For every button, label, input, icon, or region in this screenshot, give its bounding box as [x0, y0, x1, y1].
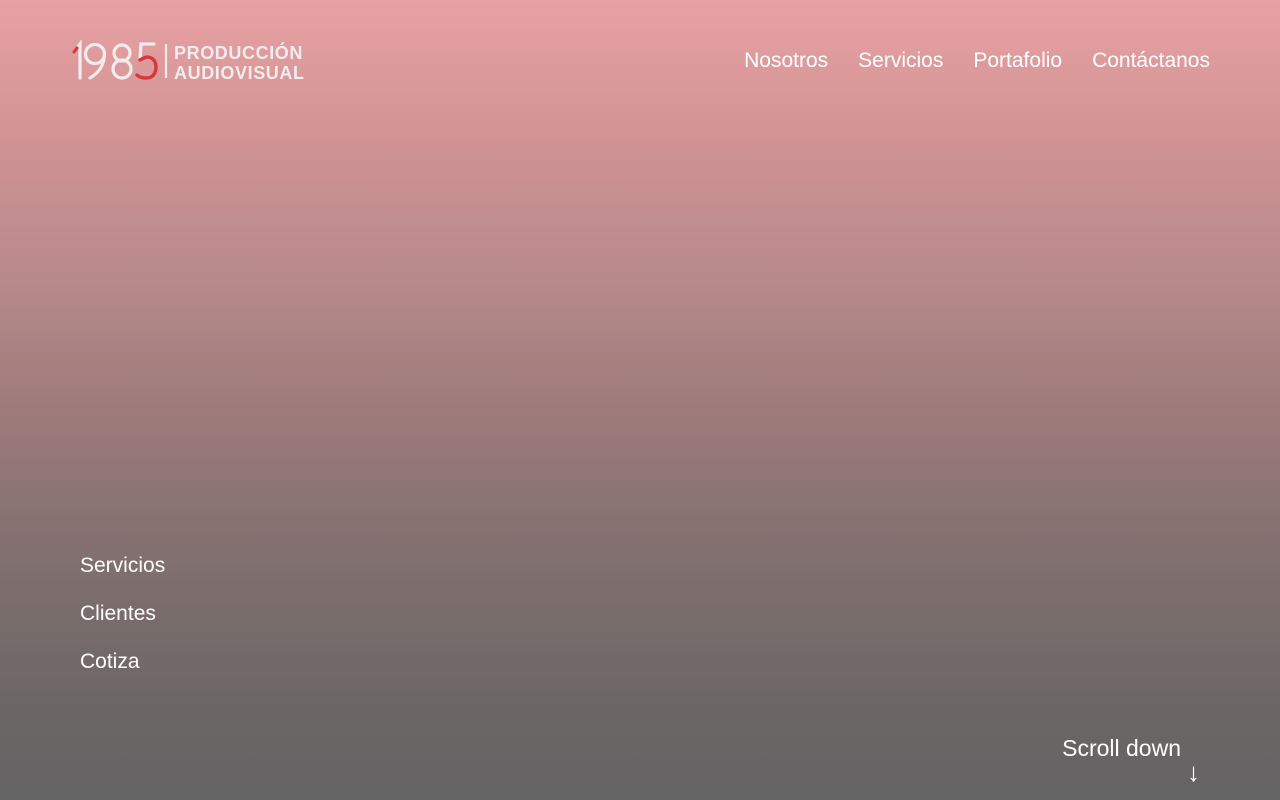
- hero-section: PRODUCCIÓN AUDIOVISUAL Nosotros Servicio…: [0, 0, 1280, 800]
- logo-line1: PRODUCCIÓN: [174, 42, 303, 63]
- nav-item-servicios[interactable]: Servicios: [858, 48, 943, 74]
- arrow-down-icon: ↓: [1187, 757, 1200, 787]
- logo-link[interactable]: PRODUCCIÓN AUDIOVISUAL: [70, 40, 340, 82]
- logo-line2: AUDIOVISUAL: [174, 63, 305, 82]
- nav-item-contactanos[interactable]: Contáctanos: [1092, 48, 1210, 74]
- scroll-down-label: Scroll down: [1062, 735, 1181, 761]
- side-links: Servicios Clientes Cotiza: [80, 553, 165, 675]
- nav-item-nosotros[interactable]: Nosotros: [744, 48, 828, 74]
- side-link-servicios[interactable]: Servicios: [80, 553, 165, 579]
- side-link-clientes[interactable]: Clientes: [80, 601, 165, 627]
- scroll-down-button[interactable]: Scroll down ↓: [1062, 734, 1200, 787]
- main-nav: Nosotros Servicios Portafolio Contáctano…: [744, 48, 1210, 74]
- side-link-cotiza[interactable]: Cotiza: [80, 649, 165, 675]
- nav-item-portafolio[interactable]: Portafolio: [973, 48, 1062, 74]
- brand-logo: PRODUCCIÓN AUDIOVISUAL: [72, 40, 305, 82]
